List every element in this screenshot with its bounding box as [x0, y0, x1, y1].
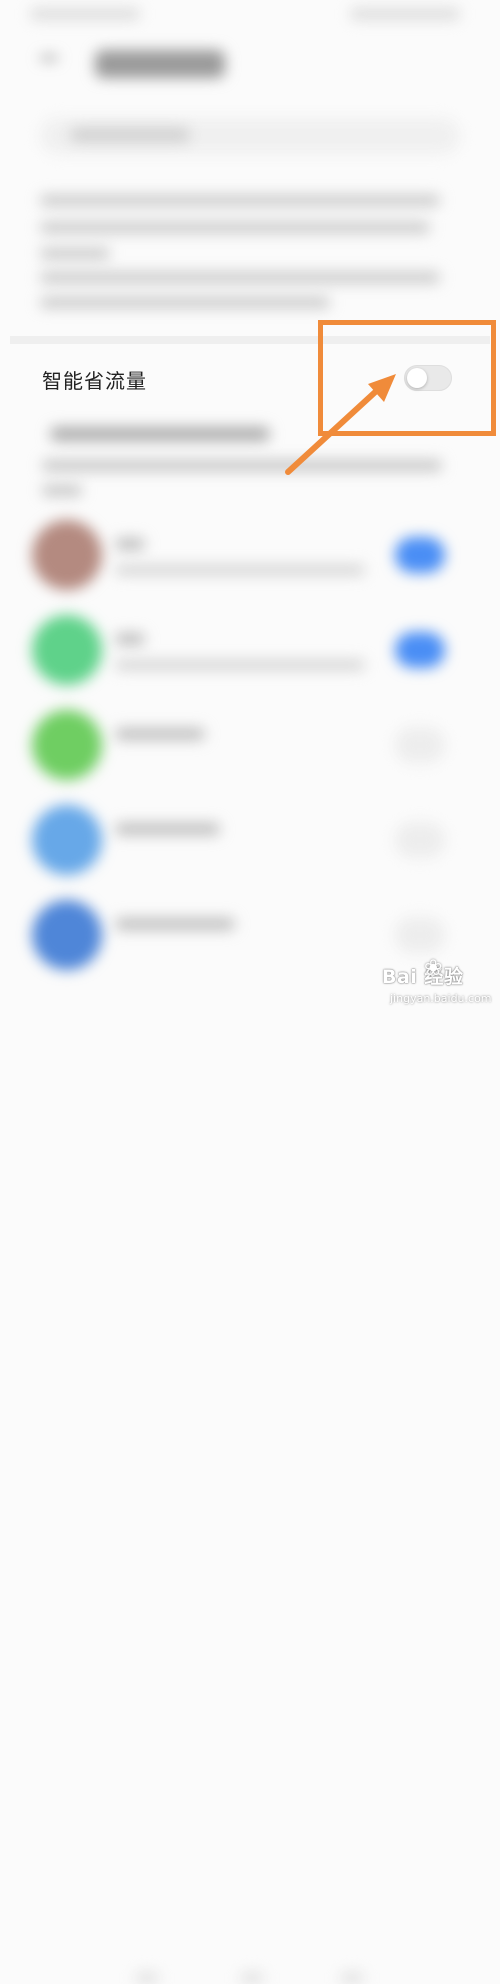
smart-save-label: 智能省流量: [42, 369, 147, 393]
search-placeholder: [70, 128, 190, 142]
app-name: [115, 633, 145, 645]
back-arrow-icon[interactable]: [40, 56, 58, 60]
nav-menu-button[interactable]: [135, 1972, 159, 1984]
app-name: [115, 538, 145, 550]
app-usage-text: [115, 660, 365, 670]
page-title: [95, 50, 225, 78]
app-icon: [32, 805, 102, 875]
app-toggle[interactable]: [395, 917, 445, 953]
status-bar-time: [30, 8, 140, 20]
app-toggle[interactable]: [395, 537, 445, 573]
section-description-line: [42, 485, 82, 496]
section-title: [50, 427, 270, 441]
app-icon: [32, 900, 102, 970]
description-line: [40, 195, 440, 206]
app-toggle[interactable]: [395, 727, 445, 763]
header: [0, 40, 500, 100]
watermark-brand: Bai 经验: [382, 966, 464, 988]
watermark-url: jingyan.baidu.com: [390, 992, 492, 1005]
app-icon: [32, 615, 102, 685]
app-toggle[interactable]: [395, 632, 445, 668]
description-line: [40, 272, 440, 283]
status-bar-indicators: [350, 8, 460, 20]
nav-home-button[interactable]: [240, 1972, 264, 1984]
app-name: [115, 918, 235, 930]
app-icon: [32, 710, 102, 780]
app-name: [115, 728, 205, 740]
description-line: [40, 297, 330, 308]
app-toggle[interactable]: [395, 822, 445, 858]
app-name: [115, 823, 220, 835]
annotation-arrow-icon: [285, 374, 396, 475]
status-bar: [0, 0, 500, 28]
app-usage-text: [115, 565, 365, 575]
description-line: [40, 222, 430, 233]
description-line: [40, 248, 110, 259]
baidu-watermark: Bai 经验 ❀ jingyan.baidu.com: [382, 956, 494, 1014]
nav-back-button[interactable]: [340, 1972, 364, 1984]
app-icon: [32, 520, 102, 590]
baidu-paw-icon: ❀: [424, 956, 443, 981]
